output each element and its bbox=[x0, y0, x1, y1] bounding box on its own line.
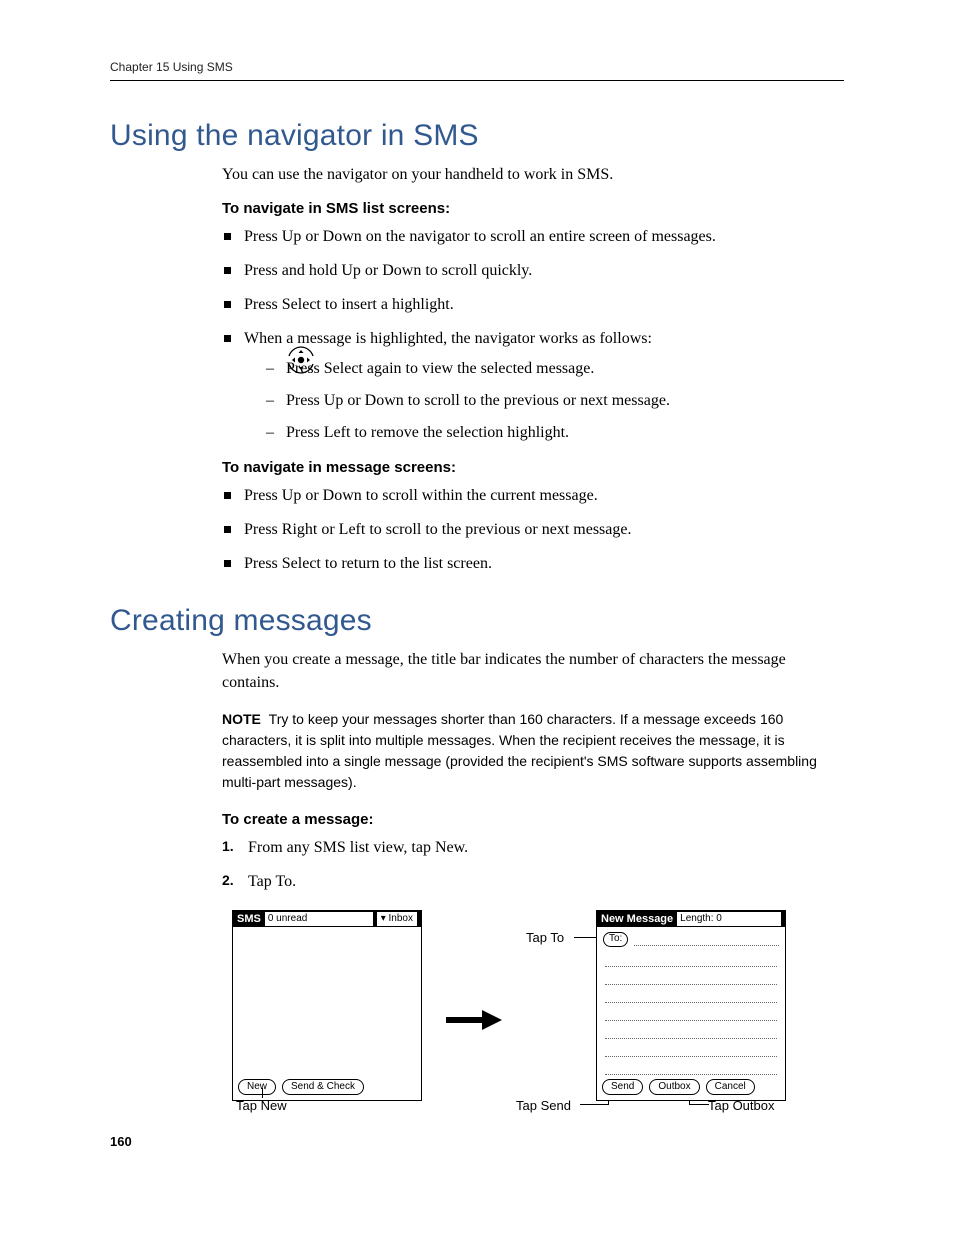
nested-item: Press Up or Down to scroll to the previo… bbox=[266, 389, 844, 413]
arrow-icon bbox=[446, 1010, 502, 1030]
palm-screen-new-message: New Message Length: 0 To: bbox=[596, 910, 786, 1101]
nested-item: Press Select again to view the selected … bbox=[266, 357, 844, 381]
intro-paragraph: You can use the navigator on your handhe… bbox=[222, 163, 844, 186]
note-body: Try to keep your messages shorter than 1… bbox=[222, 711, 817, 790]
intro-paragraph-2: When you create a message, the title bar… bbox=[222, 648, 844, 694]
outbox-button[interactable]: Outbox bbox=[649, 1079, 699, 1095]
running-head: Chapter 15 Using SMS bbox=[110, 60, 844, 81]
message-line[interactable] bbox=[605, 985, 777, 1003]
page-number: 160 bbox=[110, 1134, 132, 1149]
callout-tap-new: Tap New bbox=[236, 1098, 287, 1113]
palm-screen-inbox: SMS 0 unread ▾ Inbox New Send & Check bbox=[232, 910, 422, 1101]
figure-row: SMS 0 unread ▾ Inbox New Send & Check Ta… bbox=[232, 910, 844, 1101]
note-block: NOTE Try to keep your messages shorter t… bbox=[222, 709, 844, 793]
bullet-item: Press Select to insert a highlight. bbox=[222, 293, 844, 317]
cancel-button[interactable]: Cancel bbox=[706, 1079, 755, 1095]
callout-tap-to: Tap To bbox=[526, 930, 564, 945]
message-line[interactable] bbox=[605, 1021, 777, 1039]
new-button[interactable]: New bbox=[238, 1079, 276, 1095]
send-check-button[interactable]: Send & Check bbox=[282, 1079, 364, 1095]
to-input-line[interactable] bbox=[634, 933, 779, 946]
send-button[interactable]: Send bbox=[602, 1079, 643, 1095]
callout-tap-send: Tap Send bbox=[516, 1098, 571, 1113]
step-item: Tap To. bbox=[222, 870, 844, 894]
message-line[interactable] bbox=[605, 1057, 777, 1075]
palm-folder-dropdown[interactable]: ▾ Inbox bbox=[377, 912, 417, 926]
section-heading-creating: Creating messages bbox=[110, 604, 844, 638]
bullet-item: Press Up or Down to scroll within the cu… bbox=[222, 484, 844, 508]
bullet-item: Press Right or Left to scroll to the pre… bbox=[222, 518, 844, 542]
palm-app-label: SMS bbox=[237, 913, 261, 925]
section-heading-navigator: Using the navigator in SMS bbox=[110, 119, 844, 153]
palm-length-status: Length: 0 bbox=[677, 912, 781, 926]
message-line[interactable] bbox=[605, 967, 777, 985]
note-label: NOTE bbox=[222, 711, 261, 727]
bullet-item: Press Up or Down on the navigator to scr… bbox=[222, 225, 844, 249]
message-line[interactable] bbox=[605, 949, 777, 967]
message-line[interactable] bbox=[605, 1003, 777, 1021]
palm-new-message-label: New Message bbox=[601, 913, 673, 925]
bullet-item: Press and hold Up or Down to scroll quic… bbox=[222, 259, 844, 283]
bullet-item: Press Select to return to the list scree… bbox=[222, 552, 844, 576]
message-line[interactable] bbox=[605, 1039, 777, 1057]
bullet-item: When a message is highlighted, the navig… bbox=[222, 327, 844, 445]
nested-item: Press Left to remove the selection highl… bbox=[266, 421, 844, 445]
subhead-list-screens: To navigate in SMS list screens: bbox=[222, 200, 844, 217]
step-item: From any SMS list view, tap New. bbox=[222, 836, 844, 860]
subhead-message-screens: To navigate in message screens: bbox=[222, 459, 844, 476]
bullet-text: When a message is highlighted, the navig… bbox=[244, 330, 652, 347]
to-button[interactable]: To: bbox=[603, 932, 628, 947]
palm-unread-status: 0 unread bbox=[265, 912, 373, 926]
subhead-create-message: To create a message: bbox=[222, 811, 844, 828]
